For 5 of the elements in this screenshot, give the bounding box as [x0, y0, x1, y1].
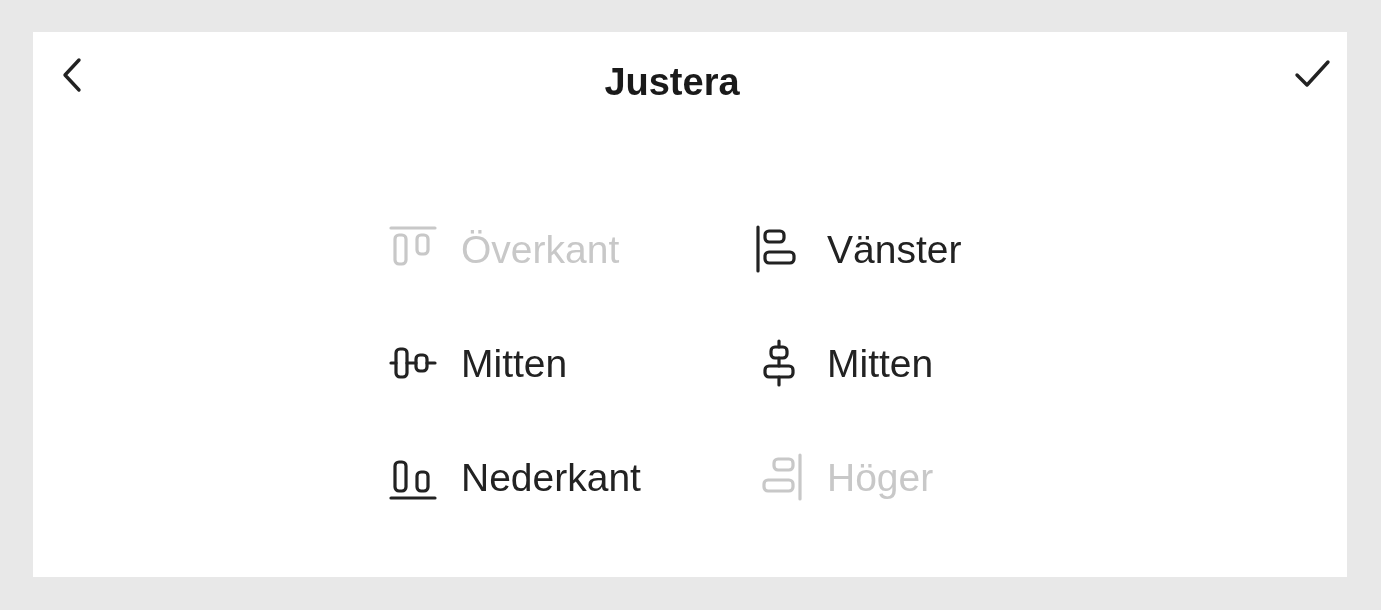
- align-option[interactable]: Vänster: [755, 225, 962, 273]
- align-option[interactable]: Mitten: [755, 339, 934, 387]
- align-option[interactable]: Mitten: [389, 339, 568, 387]
- align-option[interactable]: Nederkant: [389, 453, 641, 501]
- dialog-title: Justera: [604, 62, 740, 104]
